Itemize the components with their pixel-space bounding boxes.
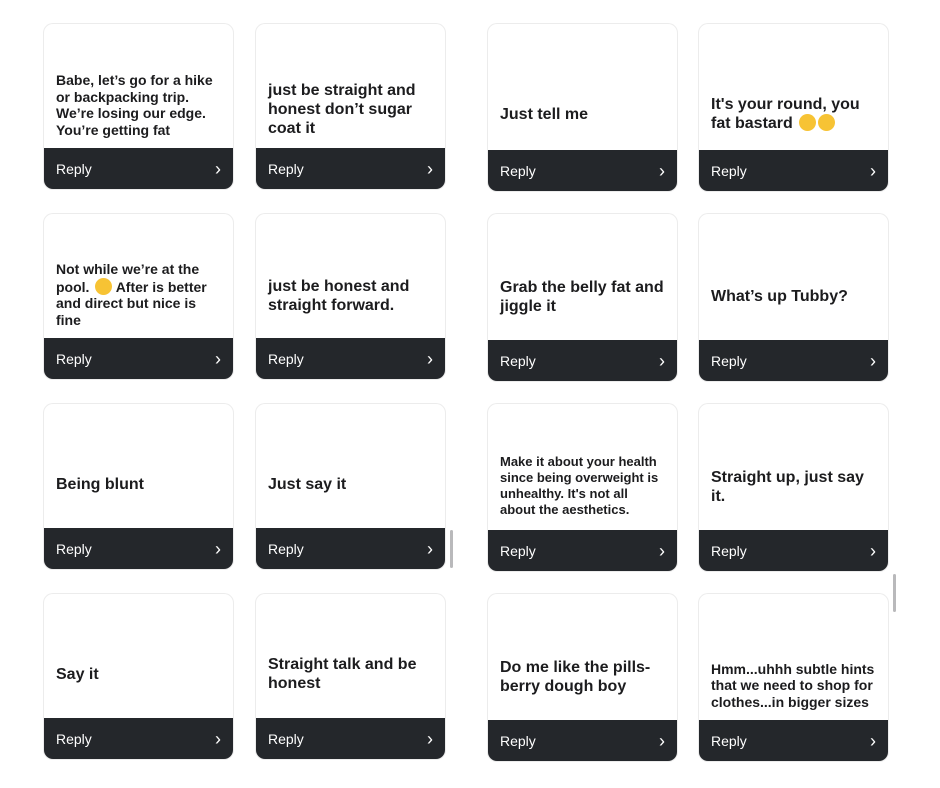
card-text: just be straight and honest don’t sugar … <box>268 82 416 137</box>
response-card: just be straight and honest don’t sugar … <box>256 24 445 189</box>
chevron-right-icon: › <box>870 540 876 561</box>
response-card: Make it about your health since being ov… <box>488 404 677 571</box>
chevron-right-icon: › <box>215 158 221 179</box>
reply-button[interactable]: Reply › <box>699 530 888 571</box>
reply-button[interactable]: Reply › <box>256 528 445 569</box>
response-card: Hmm...uhhh subtle hints that we need to … <box>699 594 888 761</box>
reply-button[interactable]: Reply › <box>44 528 233 569</box>
scrollbar-right[interactable] <box>893 574 896 612</box>
card-text: Being blunt <box>56 476 144 493</box>
response-card: What’s up Tubby? Reply › <box>699 214 888 381</box>
reply-button[interactable]: Reply › <box>699 340 888 381</box>
reply-label: Reply <box>268 350 304 367</box>
response-card: just be honest and straight forward. Rep… <box>256 214 445 379</box>
card-text: Straight up, just say it. <box>711 469 864 505</box>
reply-button[interactable]: Reply › <box>44 338 233 379</box>
reply-label: Reply <box>711 352 747 369</box>
reply-button[interactable]: Reply › <box>488 340 677 381</box>
response-card: Grab the belly fat and jiggle it Reply › <box>488 214 677 381</box>
reply-label: Reply <box>56 160 92 177</box>
tongue-face-icon <box>95 277 113 295</box>
chevron-right-icon: › <box>870 350 876 371</box>
grinning-face-icon <box>818 114 836 131</box>
response-card: Just tell me Reply › <box>488 24 677 191</box>
response-card: Babe, let’s go for a hike or backpacking… <box>44 24 233 189</box>
card-text: Straight talk and be honest <box>268 656 417 692</box>
card-text: Do me like the pills-berry dough boy <box>500 659 651 695</box>
chevron-right-icon: › <box>427 728 433 749</box>
reply-label: Reply <box>500 542 536 559</box>
chevron-right-icon: › <box>659 350 665 371</box>
reply-button[interactable]: Reply › <box>699 150 888 191</box>
reply-label: Reply <box>711 162 747 179</box>
card-text: Say it <box>56 666 99 683</box>
reply-button[interactable]: Reply › <box>44 148 233 189</box>
card-text: Hmm...uhhh subtle hints that we need to … <box>711 660 875 710</box>
reply-button[interactable]: Reply › <box>44 718 233 759</box>
chevron-right-icon: › <box>427 538 433 559</box>
response-card: Just say it Reply › <box>256 404 445 569</box>
chevron-right-icon: › <box>659 730 665 751</box>
card-text: just be honest and straight forward. <box>268 278 410 314</box>
response-card: Being blunt Reply › <box>44 404 233 569</box>
card-text: Just say it <box>268 476 347 493</box>
chevron-right-icon: › <box>427 158 433 179</box>
chevron-right-icon: › <box>870 730 876 751</box>
chevron-right-icon: › <box>427 348 433 369</box>
response-card: Say it Reply › <box>44 594 233 759</box>
card-text: Make it about your health since being ov… <box>500 454 659 517</box>
response-card: Not while we’re at the pool. After is be… <box>44 214 233 379</box>
scrollbar-left[interactable] <box>450 530 453 568</box>
chevron-right-icon: › <box>659 540 665 561</box>
winking-face-icon <box>799 114 817 131</box>
reply-label: Reply <box>268 730 304 747</box>
card-text: Not while we’re at the pool. After is be… <box>44 261 233 338</box>
chevron-right-icon: › <box>215 538 221 559</box>
reply-label: Reply <box>500 352 536 369</box>
reply-label: Reply <box>56 730 92 747</box>
chevron-right-icon: › <box>215 728 221 749</box>
reply-label: Reply <box>56 350 92 367</box>
reply-button[interactable]: Reply › <box>488 150 677 191</box>
chevron-right-icon: › <box>870 160 876 181</box>
reply-button[interactable]: Reply › <box>699 720 888 761</box>
card-text: Just tell me <box>500 106 589 123</box>
reply-button[interactable]: Reply › <box>256 718 445 759</box>
response-card: Straight up, just say it. Reply › <box>699 404 888 571</box>
reply-label: Reply <box>268 160 304 177</box>
card-text: Grab the belly fat and jiggle it <box>500 279 664 315</box>
card-text: What’s up Tubby? <box>711 288 848 305</box>
card-text: Babe, let’s go for a hike or backpacking… <box>56 72 213 138</box>
reply-label: Reply <box>56 540 92 557</box>
reply-label: Reply <box>500 162 536 179</box>
chevron-right-icon: › <box>659 160 665 181</box>
reply-button[interactable]: Reply › <box>488 720 677 761</box>
card-text: It's your round, you fat bastard <box>699 95 888 150</box>
reply-label: Reply <box>711 732 747 749</box>
chevron-right-icon: › <box>215 348 221 369</box>
reply-label: Reply <box>500 732 536 749</box>
reply-label: Reply <box>711 542 747 559</box>
reply-button[interactable]: Reply › <box>488 530 677 571</box>
reply-button[interactable]: Reply › <box>256 338 445 379</box>
response-card: Do me like the pills-berry dough boy Rep… <box>488 594 677 761</box>
response-card: Straight talk and be honest Reply › <box>256 594 445 759</box>
card-text-main: It's your round, you fat bastard <box>711 96 860 132</box>
reply-label: Reply <box>268 540 304 557</box>
response-card: It's your round, you fat bastard Reply › <box>699 24 888 191</box>
reply-button[interactable]: Reply › <box>256 148 445 189</box>
